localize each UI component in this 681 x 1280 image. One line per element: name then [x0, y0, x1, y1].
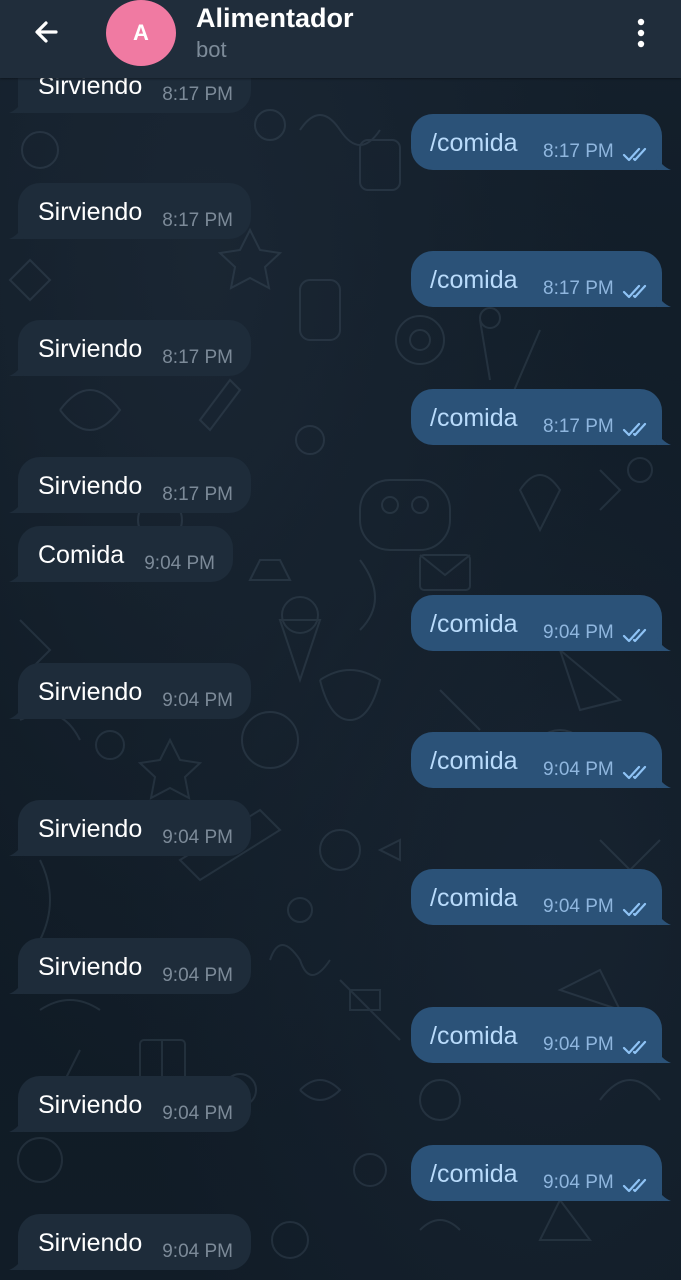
message-time: 9:04 PM [543, 896, 614, 917]
bubble-tail [657, 1049, 671, 1063]
message-text: Sirviendo [38, 1091, 143, 1119]
message-text: /comida [430, 1022, 518, 1050]
message-time: 9:04 PM [162, 965, 233, 986]
message-time: 9:04 PM [543, 1034, 614, 1055]
message-time: 8:17 PM [162, 484, 233, 505]
message-time: 8:17 PM [543, 278, 614, 299]
chat-subtitle: bot [196, 37, 227, 62]
chat-title[interactable]: Alimentador [196, 2, 354, 34]
message-time: 9:04 PM [543, 1172, 614, 1193]
message-time: 8:17 PM [543, 141, 614, 162]
message-time: 9:04 PM [162, 827, 233, 848]
message-time: 9:04 PM [162, 1241, 233, 1262]
outgoing-message[interactable]: /comida 8:17 PM [411, 114, 671, 170]
message-text: Sirviendo [38, 198, 143, 226]
incoming-message[interactable]: Sirviendo 9:04 PM [9, 663, 251, 719]
bubble-tail [9, 225, 23, 239]
double-check-icon [622, 628, 647, 643]
message-time: 8:17 PM [162, 84, 233, 105]
message-text: /comida [430, 1160, 518, 1188]
message-text: /comida [430, 129, 518, 157]
arrow-left-icon[interactable] [22, 12, 70, 52]
message-text: /comida [430, 266, 518, 294]
double-check-icon [622, 284, 647, 299]
bubble-tail [657, 774, 671, 788]
message-time: 8:17 PM [543, 416, 614, 437]
avatar-letter: A [133, 20, 149, 45]
bubble-tail [9, 362, 23, 376]
incoming-message[interactable]: Sirviendo 8:17 PM [9, 457, 251, 513]
bubble-tail [9, 568, 23, 582]
message-text: /comida [430, 747, 518, 775]
double-check-icon [622, 147, 647, 162]
message-text: /comida [430, 884, 518, 912]
message-time: 8:17 PM [162, 210, 233, 231]
incoming-message[interactable]: Sirviendo 9:04 PM [9, 938, 251, 994]
bubble-tail [9, 705, 23, 719]
message-text: Sirviendo [38, 953, 143, 981]
message-text: Comida [38, 541, 125, 569]
chat-header: A Alimentador bot [0, 0, 681, 78]
bubble-tail [657, 1187, 671, 1201]
bubble-tail [657, 156, 671, 170]
message-list[interactable]: Sirviendo 8:17 PM/comida 8:17 PM Sirviendo 8… [0, 0, 681, 1280]
double-check-icon [622, 902, 647, 917]
incoming-message[interactable]: Sirviendo 8:17 PM [9, 320, 251, 376]
bubble-tail [657, 911, 671, 925]
message-time: 8:17 PM [162, 347, 233, 368]
double-check-icon [622, 1040, 647, 1055]
bubble-tail [657, 293, 671, 307]
message-text: Sirviendo [38, 678, 143, 706]
double-check-icon [622, 1178, 647, 1193]
outgoing-message[interactable]: /comida 8:17 PM [411, 251, 671, 307]
outgoing-message[interactable]: /comida 9:04 PM [411, 1007, 671, 1063]
message-time: 9:04 PM [162, 1103, 233, 1124]
message-time: 9:04 PM [543, 759, 614, 780]
outgoing-message[interactable]: /comida 8:17 PM [411, 389, 671, 445]
avatar[interactable]: A [106, 0, 176, 66]
outgoing-message[interactable]: /comida 9:04 PM [411, 1145, 671, 1201]
incoming-message[interactable]: Sirviendo 9:04 PM [9, 800, 251, 856]
incoming-message[interactable]: Sirviendo 8:17 PM [9, 183, 251, 239]
double-check-icon [622, 422, 647, 437]
message-time: 9:04 PM [162, 690, 233, 711]
outgoing-message[interactable]: /comida 9:04 PM [411, 732, 671, 788]
bubble-tail [9, 842, 23, 856]
outgoing-message[interactable]: /comida 9:04 PM [411, 595, 671, 651]
message-text: Sirviendo [38, 335, 143, 363]
incoming-message[interactable]: Sirviendo 9:04 PM [9, 1214, 251, 1270]
message-time: 9:04 PM [144, 553, 215, 574]
bubble-tail [9, 1256, 23, 1270]
incoming-message[interactable]: Sirviendo 9:04 PM [9, 1076, 251, 1132]
message-text: Sirviendo [38, 815, 143, 843]
bubble-tail [9, 1118, 23, 1132]
message-text: Sirviendo [38, 1229, 143, 1257]
double-check-icon [622, 765, 647, 780]
message-text: /comida [430, 404, 518, 432]
message-time: 9:04 PM [543, 622, 614, 643]
bubble-tail [657, 637, 671, 651]
bubble-tail [657, 431, 671, 445]
bubble-tail [9, 499, 23, 513]
bubble-tail [9, 99, 23, 113]
incoming-message[interactable]: Comida 9:04 PM [9, 526, 233, 582]
bubble-tail [9, 980, 23, 994]
message-text: /comida [430, 610, 518, 638]
more-vertical-icon[interactable] [622, 14, 660, 52]
outgoing-message[interactable]: /comida 9:04 PM [411, 869, 671, 925]
message-text: Sirviendo [38, 472, 143, 500]
